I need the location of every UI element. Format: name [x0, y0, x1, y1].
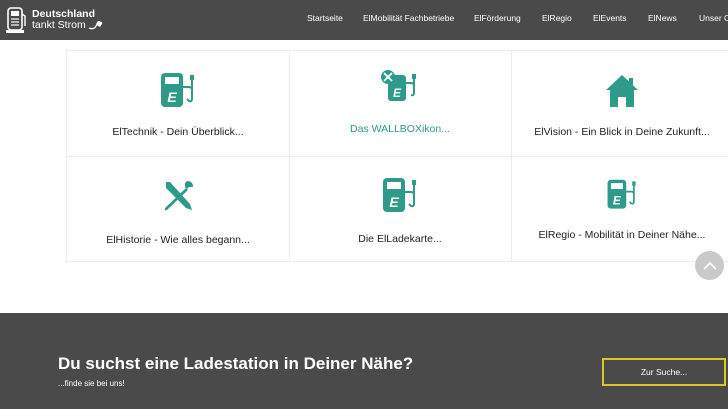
tile-label: ElTechnik - Dein Überblick...	[112, 126, 244, 138]
wrench-screwdriver-icon	[164, 181, 193, 211]
fuel-pump-logo-icon	[6, 7, 26, 33]
nav-elevents[interactable]: ElEvents	[593, 13, 627, 23]
station-search-banner: Du suchst eine Ladestation in Deiner Näh…	[0, 313, 728, 409]
tile-label: ElRegio - Mobilität in Deiner Nähe...	[538, 229, 706, 241]
tile-label: Die ElLadekarte...	[358, 233, 442, 245]
house-icon	[606, 75, 638, 107]
site-logo[interactable]: Deutschland tankt Strom	[6, 5, 103, 35]
search-button[interactable]: Zur Suche...	[602, 358, 726, 386]
charging-station-icon: E	[161, 73, 194, 107]
svg-text:E: E	[613, 193, 622, 207]
charging-station-tools-icon: E	[381, 70, 416, 101]
nav-unser[interactable]: Unser O	[699, 13, 728, 23]
tile-elvision[interactable]: ElVision - Ein Blick in Deine Zukunft...	[511, 51, 728, 157]
tile-elhistorie[interactable]: ElHistorie - Wie alles begann...	[67, 156, 290, 262]
tile-label: ElHistorie - Wie alles begann...	[106, 234, 250, 246]
svg-text:E: E	[389, 194, 399, 210]
nav-startseite[interactable]: Startseite	[307, 13, 343, 23]
tile-elregio[interactable]: E ElRegio - Mobilität in Deiner Nähe...	[511, 156, 728, 262]
nav-elnews[interactable]: ElNews	[648, 13, 677, 23]
banner-heading: Du suchst eine Ladestation in Deiner Näh…	[58, 354, 414, 373]
tile-label: Das WALLBOXikon...	[350, 123, 450, 135]
topic-tile-grid: E ElTechnik - Dein Überblick... E Das WA…	[66, 50, 728, 263]
logo-line-2: tankt Strom	[32, 19, 86, 31]
tile-eltechnik[interactable]: E ElTechnik - Dein Überblick...	[67, 51, 290, 157]
chevron-up-icon	[702, 261, 717, 270]
site-header: Deutschland tankt Strom Startseite ElMob…	[0, 0, 728, 40]
tile-wallboxikon[interactable]: E Das WALLBOXikon...	[289, 51, 512, 157]
tile-label: ElVision - Ein Blick in Deine Zukunft...	[534, 126, 710, 138]
nav-elmobilitaet-fachbetriebe[interactable]: ElMobilität Fachbetriebe	[363, 13, 454, 23]
scroll-to-top-button[interactable]	[695, 251, 724, 280]
plug-icon	[88, 20, 102, 29]
svg-text:E: E	[167, 89, 177, 105]
tile-elladekarte[interactable]: E Die ElLadekarte...	[289, 156, 512, 262]
charging-station-icon: E	[383, 178, 416, 212]
nav-elfoerderung[interactable]: ElFörderung	[474, 13, 521, 23]
charging-station-icon: E	[607, 179, 636, 209]
banner-subheading: ...finde sie bei uns!	[58, 379, 125, 388]
svg-text:E: E	[393, 86, 402, 100]
nav-elregio[interactable]: ElRegio	[542, 13, 572, 23]
